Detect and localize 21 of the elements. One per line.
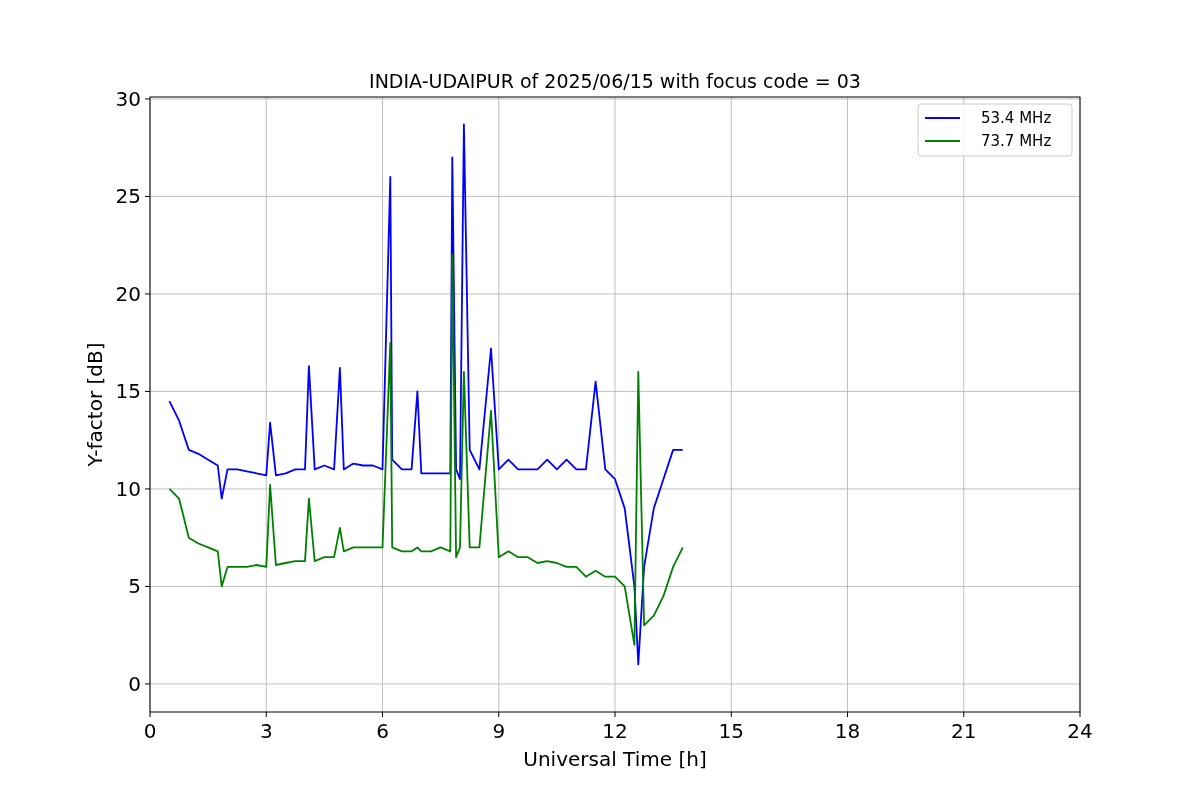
tick-label: 25 — [115, 184, 141, 209]
tick-label: 10 — [115, 476, 141, 501]
tick-label: 5 — [128, 574, 141, 599]
axis-label: Universal Time [h] — [523, 747, 707, 771]
tick-label: 0 — [143, 719, 157, 743]
tick-label: 30 — [115, 86, 141, 111]
tick-label: 6 — [376, 719, 389, 743]
tick-label: 15 — [115, 379, 141, 404]
legend-label: 73.7 MHz — [981, 132, 1052, 150]
tick-label: 12 — [602, 719, 628, 743]
tick-label: 21 — [951, 719, 977, 743]
tick-label: 20 — [115, 281, 141, 306]
chart-title: INDIA-UDAIPUR of 2025/06/15 with focus code = 03 — [369, 70, 861, 92]
axis-label: Y-factor [dB] — [83, 342, 107, 467]
tick-label: 18 — [834, 719, 861, 743]
tick-label: 9 — [492, 719, 506, 743]
tick-label: 3 — [259, 719, 273, 743]
tick-label: 0 — [128, 671, 141, 696]
tick-label: 24 — [1067, 719, 1093, 743]
legend-label: 53.4 MHz — [981, 109, 1052, 127]
tick-label: 15 — [718, 719, 744, 743]
